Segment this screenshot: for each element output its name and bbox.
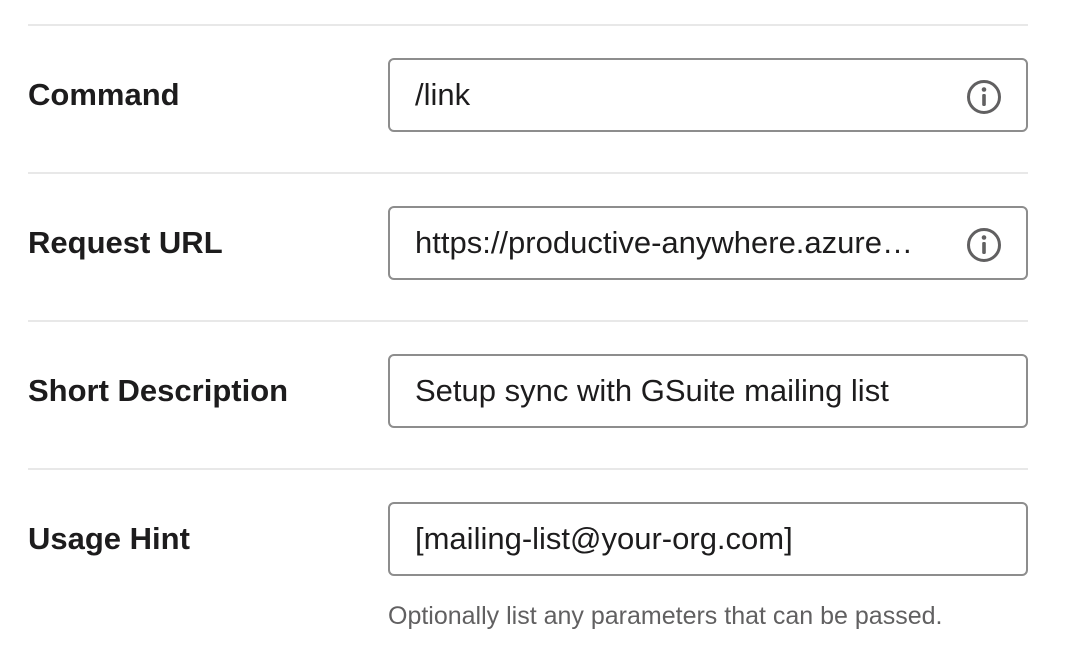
command-input[interactable]: /link bbox=[415, 75, 925, 115]
divider bbox=[28, 468, 1028, 470]
slash-command-form: Command /link Request URL https://produc… bbox=[28, 0, 1028, 658]
usage-hint-input[interactable]: [mailing-list@your-org.com] bbox=[415, 519, 1005, 559]
info-icon[interactable] bbox=[966, 79, 1002, 115]
request-url-label: Request URL bbox=[28, 225, 223, 260]
command-label: Command bbox=[28, 77, 180, 112]
divider bbox=[28, 172, 1028, 174]
request-url-input[interactable]: https://productive-anywhere.azurewebsite… bbox=[415, 223, 925, 263]
usage-hint-help-text: Optionally list any parameters that can … bbox=[388, 602, 943, 630]
short-description-field[interactable]: Setup sync with GSuite mailing list bbox=[388, 354, 1028, 428]
short-description-input[interactable]: Setup sync with GSuite mailing list bbox=[415, 371, 1005, 411]
divider bbox=[28, 320, 1028, 322]
request-url-field[interactable]: https://productive-anywhere.azurewebsite… bbox=[388, 206, 1028, 280]
divider bbox=[28, 24, 1028, 26]
command-field[interactable]: /link bbox=[388, 58, 1028, 132]
usage-hint-field[interactable]: [mailing-list@your-org.com] bbox=[388, 502, 1028, 576]
usage-hint-label: Usage Hint bbox=[28, 521, 190, 556]
info-icon[interactable] bbox=[966, 227, 1002, 263]
short-description-label: Short Description bbox=[28, 373, 289, 408]
